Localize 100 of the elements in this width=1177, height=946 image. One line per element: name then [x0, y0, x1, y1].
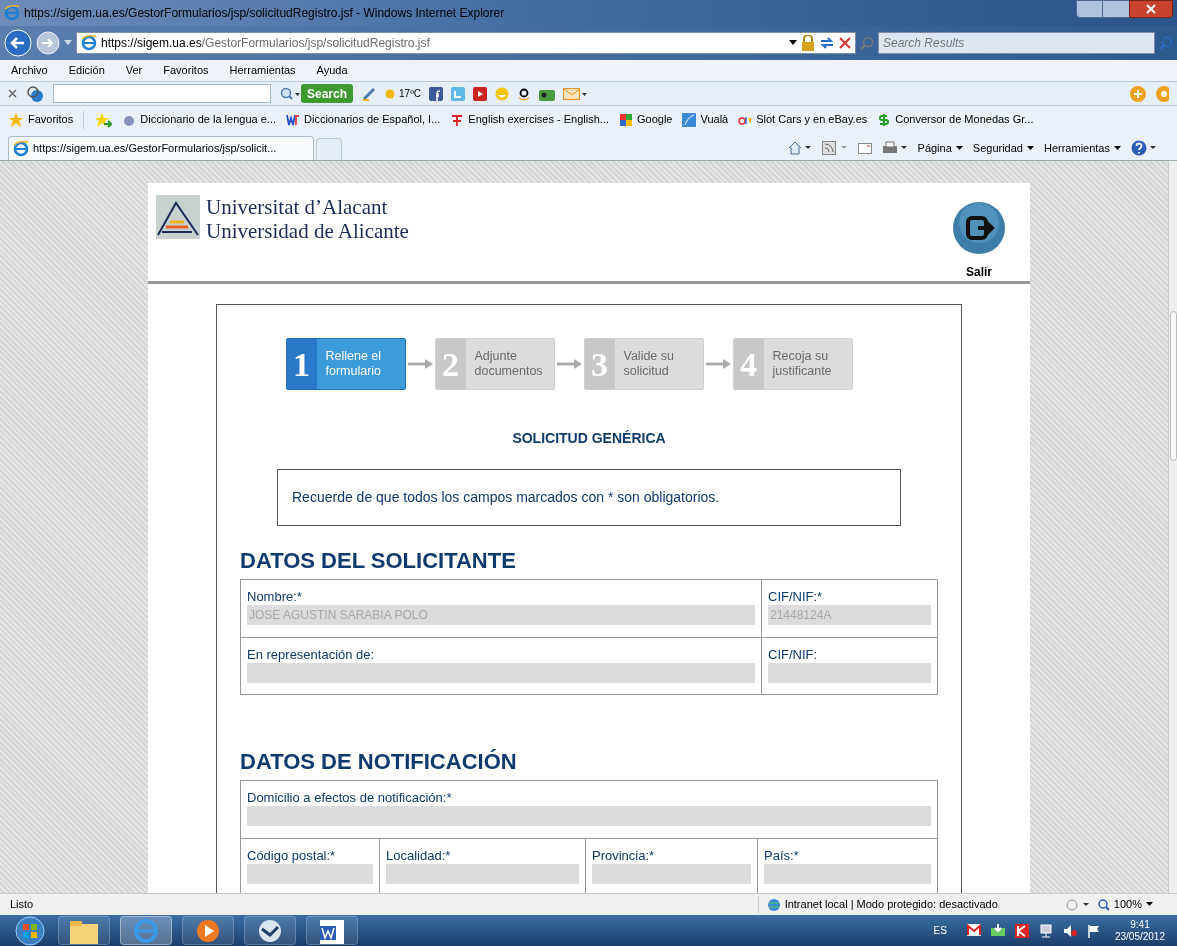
step-indicator[interactable]: 1 Rellene el formulario: [285, 338, 406, 390]
favorites-button[interactable]: Favoritos: [8, 111, 74, 128]
favorite-link[interactable]: Conversor de Monedas Gr...: [877, 111, 1034, 128]
refresh-icon[interactable]: [819, 36, 835, 50]
close-icon: [1146, 4, 1156, 14]
protection-icon[interactable]: [1065, 898, 1090, 911]
menu-item[interactable]: Ver: [120, 62, 148, 79]
taskbar-app-button[interactable]: [58, 916, 110, 945]
minimize-button[interactable]: [1076, 0, 1103, 18]
forward-icon[interactable]: [36, 31, 60, 55]
favorite-link[interactable]: Google: [619, 111, 673, 128]
envelope-icon[interactable]: [563, 87, 588, 100]
url-host: https://sigem.ua.es: [101, 36, 202, 50]
search-icon: [860, 36, 874, 50]
favorite-link[interactable]: Diccionario de la lengua e...: [122, 111, 276, 128]
globe-icon: [766, 897, 781, 912]
weather-temperature: 17ºC: [399, 87, 422, 101]
taskbar-app-button[interactable]: [182, 916, 234, 945]
close-icon[interactable]: [8, 89, 17, 98]
field-label: Domicilio a efectos de notificación:*: [247, 790, 453, 806]
address-field[interactable]: https://sigem.ua.es/GestorFormularios/jsp/solicitudRegistro.jsf: [76, 32, 856, 54]
feed-icon[interactable]: [821, 141, 848, 155]
page-icon: [13, 140, 29, 157]
sun-icon: [385, 88, 396, 99]
notice-text: Recuerde de que todos los campos marcados con * son obligatorios.: [277, 469, 901, 526]
gmail-icon[interactable]: [966, 923, 981, 938]
dropdown-caret-icon[interactable]: [789, 40, 797, 46]
field-label: Código postal:*: [247, 848, 337, 864]
field-label: Localidad:*: [386, 848, 452, 864]
field-label: En representación de:: [247, 647, 376, 663]
facebook-icon[interactable]: [429, 86, 444, 101]
maximize-button[interactable]: [1103, 0, 1129, 18]
search-field[interactable]: Search Results: [878, 32, 1155, 54]
wave-icon: [682, 112, 697, 127]
back-icon[interactable]: [4, 29, 32, 57]
home-icon[interactable]: [787, 141, 812, 155]
scroll-thumb[interactable]: [1169, 311, 1177, 461]
menu-item[interactable]: Favoritos: [158, 62, 214, 79]
url-path: /GestorFormularios/jsp/solicitudRegistro.jsf: [201, 36, 430, 50]
field-label: CIF/NIF:*: [768, 589, 824, 605]
exit-icon[interactable]: [952, 201, 1006, 255]
caret-icon: [1114, 145, 1121, 151]
caret-icon: [955, 145, 963, 151]
dollar-icon: [877, 112, 892, 127]
video-icon[interactable]: [473, 86, 488, 101]
plus-circle-icon[interactable]: [1129, 84, 1147, 103]
speaker-icon[interactable]: [1062, 923, 1077, 938]
favorite-link[interactable]: English exercises - English...: [450, 111, 609, 128]
field-label: País:*: [764, 848, 800, 864]
menu-item[interactable]: Herramientas: [224, 62, 301, 79]
clock[interactable]: 9:41 23/05/2012: [1110, 918, 1165, 943]
toolbar-search-field[interactable]: [53, 84, 271, 103]
menu-item[interactable]: Ayuda: [311, 62, 353, 79]
status-text: Listo: [10, 897, 35, 913]
help-icon[interactable]: [1131, 140, 1157, 156]
command-menu[interactable]: Herramientas: [1043, 139, 1121, 157]
stop-icon[interactable]: [839, 37, 851, 49]
favorite-link[interactable]: Vualà: [682, 111, 729, 128]
page-icon: [81, 35, 97, 51]
search-icon[interactable]: [279, 85, 301, 102]
menu-item[interactable]: Edición: [63, 62, 110, 79]
field-label: Provincia:*: [592, 848, 656, 864]
menu-item[interactable]: Archivo: [6, 62, 53, 79]
glyph-icon: [450, 112, 465, 127]
globe-search-icon[interactable]: [25, 84, 45, 103]
university-name: Universidad de Alicante: [206, 219, 409, 243]
arrow-icon: [556, 358, 582, 370]
search-button[interactable]: Search: [301, 84, 354, 103]
field-label: CIF/NIF:: [768, 647, 819, 663]
form-title: SOLICITUD GENÉRICA: [511, 429, 667, 448]
security-zone: Intranet local | Modo protegido: desactivado: [784, 897, 999, 913]
favorite-link[interactable]: Diccionarios de Español, I...: [286, 111, 441, 128]
start-icon[interactable]: [12, 915, 48, 946]
section-heading: DATOS DE NOTIFICACIÓN: [240, 748, 518, 776]
inbox-icon[interactable]: [990, 923, 1005, 938]
scrollbar[interactable]: [1168, 161, 1177, 893]
printer-icon[interactable]: [881, 141, 908, 155]
language-indicator[interactable]: ES: [933, 923, 957, 938]
close-button[interactable]: [1129, 0, 1173, 18]
zoom-button[interactable]: 100%: [1097, 896, 1167, 913]
university-name: Universitat d’Alacant: [206, 195, 389, 219]
field-label: Nombre:*: [247, 589, 303, 605]
window-title: https://sigem.ua.es/GestorFormularios/jsp/solicitudRegistro.jsf - Windows Internet Explorer: [24, 5, 505, 22]
command-menu[interactable]: Página: [917, 139, 963, 157]
favorite-link[interactable]: Slot Cars y en eBay.es: [738, 111, 868, 128]
caret-icon: [1026, 145, 1034, 151]
taskbar-app-button[interactable]: [244, 916, 296, 945]
lock-icon: [801, 35, 815, 51]
arrow-icon: [705, 358, 731, 370]
mail-icon[interactable]: [857, 142, 872, 154]
puzzle-icon: [619, 112, 633, 127]
browser-tab[interactable]: https://sigem.ua.es/GestorFormularios/jsp/solicit...: [8, 136, 314, 160]
section-heading: DATOS DEL SOLICITANTE: [240, 547, 517, 575]
taskbar-app-button[interactable]: [306, 916, 358, 945]
network-icon[interactable]: [1038, 923, 1053, 938]
command-menu[interactable]: Seguridad: [972, 139, 1034, 157]
flag-icon[interactable]: [1086, 923, 1101, 938]
star-icon: [8, 111, 24, 128]
pen-icon[interactable]: [361, 85, 378, 102]
star-arrow-icon[interactable]: [94, 111, 113, 128]
